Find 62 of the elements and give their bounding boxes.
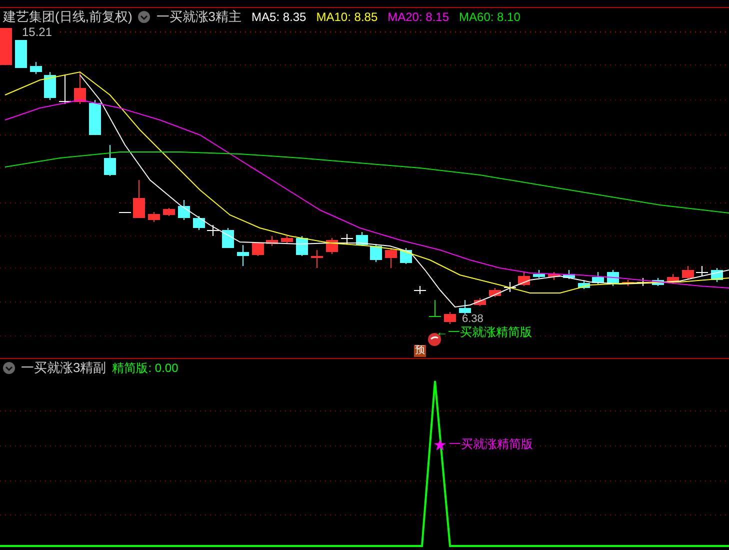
candlestick <box>74 72 86 104</box>
candlestick <box>311 250 323 268</box>
candlestick <box>341 234 353 244</box>
candlestick <box>104 144 116 176</box>
candlestick <box>281 236 293 244</box>
candlestick <box>533 270 545 278</box>
candlestick <box>682 266 694 280</box>
candlestick <box>296 236 308 256</box>
candlestick <box>44 72 56 100</box>
moving-average-value: MA60: 8.10 <box>459 9 520 26</box>
candlestick <box>563 270 575 280</box>
candlestick <box>711 268 723 282</box>
candlestick <box>385 248 397 268</box>
candlestick <box>30 62 42 74</box>
candlestick <box>652 278 664 286</box>
candlestick <box>15 40 27 68</box>
candlestick <box>429 300 441 318</box>
candlestick <box>667 274 679 284</box>
candlestick <box>622 280 634 286</box>
candlestick <box>222 228 234 248</box>
candlestick <box>474 298 486 306</box>
candlestick <box>133 180 145 218</box>
indicator-name: 一买就涨3精主 <box>156 8 242 26</box>
candlestick <box>578 280 590 290</box>
candlestick <box>89 100 101 136</box>
forecast-badge: 预 <box>414 345 426 357</box>
indicator-value: 精简版: 0.00 <box>112 360 178 377</box>
candlestick <box>163 208 175 216</box>
star-icon <box>434 439 446 451</box>
candlestick <box>0 28 12 66</box>
candlestick <box>518 272 530 286</box>
candlestick <box>592 272 604 284</box>
candlestick <box>119 212 131 214</box>
sub-indicator-name: 一买就涨3精副 <box>21 359 106 378</box>
candlestick <box>193 216 205 230</box>
candlestick <box>356 232 368 246</box>
candlestick <box>59 74 71 104</box>
candlestick <box>266 236 278 246</box>
buy-signal-label: ←一买就涨精简版 <box>436 325 532 339</box>
dropdown-icon[interactable] <box>138 11 150 23</box>
moving-average-value: MA10: 8.85 <box>316 9 378 26</box>
candlestick <box>237 244 249 266</box>
candlestick <box>148 212 160 222</box>
candlestick <box>207 224 219 236</box>
candlestick <box>489 288 501 298</box>
dropdown-icon[interactable] <box>3 362 15 374</box>
signal-label: 一买就涨精简版 <box>449 437 533 452</box>
candlestick <box>252 242 264 256</box>
moving-average-value: MA20: 8.15 <box>388 9 450 26</box>
candlestick <box>548 272 560 280</box>
price-low-label: 6.38 <box>462 313 484 325</box>
candlestick <box>414 286 426 294</box>
candlestick <box>459 300 471 314</box>
candlestick <box>178 200 190 220</box>
candlestick <box>370 244 382 262</box>
moving-average-value: MA5: 8.35 <box>252 9 306 26</box>
candlestick <box>504 282 516 292</box>
stock-title: 建艺集团(日线,前复权) <box>3 8 132 26</box>
price-high-label: 15.21 <box>22 25 52 39</box>
candlestick <box>444 312 456 324</box>
candlestick <box>326 238 338 254</box>
candlestick <box>696 266 708 276</box>
